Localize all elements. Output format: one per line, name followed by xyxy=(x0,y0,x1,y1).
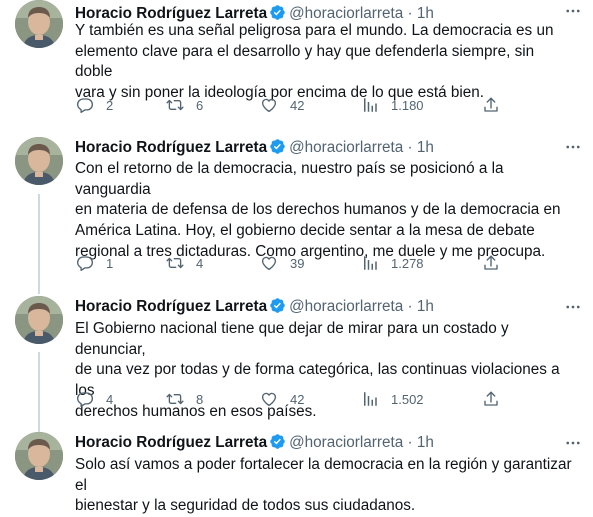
tweet[interactable]: Horacio Rodríguez Larreta @horaciorlarret… xyxy=(0,0,593,133)
reply-button[interactable]: 2 xyxy=(76,95,113,115)
reply-button[interactable]: 1 xyxy=(76,253,113,273)
tweet-header: Horacio Rodríguez Larreta @horaciorlarret… xyxy=(75,296,434,318)
retweet-count: 8 xyxy=(196,391,204,407)
views-chart-icon xyxy=(361,254,379,272)
author-name[interactable]: Horacio Rodríguez Larreta xyxy=(75,5,267,22)
like-count: 42 xyxy=(290,97,305,113)
more-dots-icon[interactable] xyxy=(564,138,582,156)
retweet-count: 6 xyxy=(196,97,204,113)
author-name[interactable]: Horacio Rodríguez Larreta xyxy=(75,434,267,451)
views-count: 1.502 xyxy=(391,391,424,407)
avatar[interactable] xyxy=(15,137,63,185)
reply-button[interactable]: 4 xyxy=(76,389,113,409)
verified-badge-icon xyxy=(269,138,286,155)
views-button[interactable]: 1.180 xyxy=(361,95,424,115)
tweet-text: Solo así vamos a poder fortalecer la dem… xyxy=(75,456,572,515)
tweet-actions: 4 8 42 1.502 xyxy=(75,389,505,409)
author-name[interactable]: Horacio Rodríguez Larreta xyxy=(75,298,267,315)
reply-count: 2 xyxy=(106,97,114,113)
tweet[interactable]: Horacio Rodríguez Larreta @horaciorlarret… xyxy=(0,296,593,432)
retweet-icon xyxy=(166,96,184,114)
reply-count: 1 xyxy=(106,255,114,271)
tweet-actions: 1 4 39 1.278 xyxy=(75,253,505,273)
retweet-button[interactable]: 4 xyxy=(166,253,203,273)
reply-icon xyxy=(76,96,94,114)
heart-icon xyxy=(260,390,278,408)
heart-icon xyxy=(260,96,278,114)
separator-dot: · xyxy=(407,434,413,451)
heart-icon xyxy=(260,254,278,272)
views-chart-icon xyxy=(361,390,379,408)
reply-icon xyxy=(76,390,94,408)
share-icon xyxy=(482,254,500,272)
author-handle[interactable]: @horaciorlarreta xyxy=(289,139,403,156)
share-button[interactable] xyxy=(482,389,500,409)
views-button[interactable]: 1.278 xyxy=(361,253,424,273)
like-count: 39 xyxy=(290,255,305,271)
avatar[interactable] xyxy=(15,296,63,344)
tweet[interactable]: Horacio Rodríguez Larreta @horaciorlarret… xyxy=(0,432,593,514)
share-icon xyxy=(482,96,500,114)
tweet-text: Con el retorno de la democracia, nuestro… xyxy=(75,160,561,260)
tweet-timestamp[interactable]: 1h xyxy=(417,5,434,22)
retweet-count: 4 xyxy=(196,255,204,271)
avatar[interactable] xyxy=(15,0,63,48)
verified-badge-icon xyxy=(269,297,286,314)
tweet-timestamp[interactable]: 1h xyxy=(417,298,434,315)
tweet-actions: 2 6 42 1.180 xyxy=(75,95,505,115)
views-count: 1.278 xyxy=(391,255,424,271)
author-handle[interactable]: @horaciorlarreta xyxy=(289,434,403,451)
retweet-icon xyxy=(166,254,184,272)
like-button[interactable]: 42 xyxy=(260,95,304,115)
retweet-button[interactable]: 8 xyxy=(166,389,203,409)
author-name[interactable]: Horacio Rodríguez Larreta xyxy=(75,139,267,156)
retweet-icon xyxy=(166,390,184,408)
like-count: 42 xyxy=(290,391,305,407)
separator-dot: · xyxy=(407,5,413,22)
verified-badge-icon xyxy=(269,4,286,21)
author-handle[interactable]: @horaciorlarreta xyxy=(289,5,403,22)
like-button[interactable]: 42 xyxy=(260,389,304,409)
share-button[interactable] xyxy=(482,95,500,115)
more-dots-icon[interactable] xyxy=(564,434,582,452)
tweet-timestamp[interactable]: 1h xyxy=(417,434,434,451)
author-handle[interactable]: @horaciorlarreta xyxy=(289,298,403,315)
share-button[interactable] xyxy=(482,253,500,273)
tweet-timestamp[interactable]: 1h xyxy=(417,139,434,156)
tweet-header: Horacio Rodríguez Larreta @horaciorlarret… xyxy=(75,432,434,454)
thread-connector-line xyxy=(38,194,40,294)
more-dots-icon[interactable] xyxy=(564,298,582,316)
views-chart-icon xyxy=(361,96,379,114)
separator-dot: · xyxy=(407,298,413,315)
tweet[interactable]: Horacio Rodríguez Larreta @horaciorlarret… xyxy=(0,136,593,296)
views-count: 1.180 xyxy=(391,97,424,113)
separator-dot: · xyxy=(407,139,413,156)
like-button[interactable]: 39 xyxy=(260,253,304,273)
retweet-button[interactable]: 6 xyxy=(166,95,203,115)
avatar[interactable] xyxy=(15,432,63,480)
views-button[interactable]: 1.502 xyxy=(361,389,424,409)
reply-icon xyxy=(76,254,94,272)
tweet-header: Horacio Rodríguez Larreta @horaciorlarret… xyxy=(75,137,434,159)
verified-badge-icon xyxy=(269,433,286,450)
reply-count: 4 xyxy=(106,391,114,407)
thread-connector-line xyxy=(38,352,40,432)
share-icon xyxy=(482,390,500,408)
tweet-text: Y también es una señal peligrosa para el… xyxy=(75,22,554,102)
more-dots-icon[interactable] xyxy=(564,2,582,20)
